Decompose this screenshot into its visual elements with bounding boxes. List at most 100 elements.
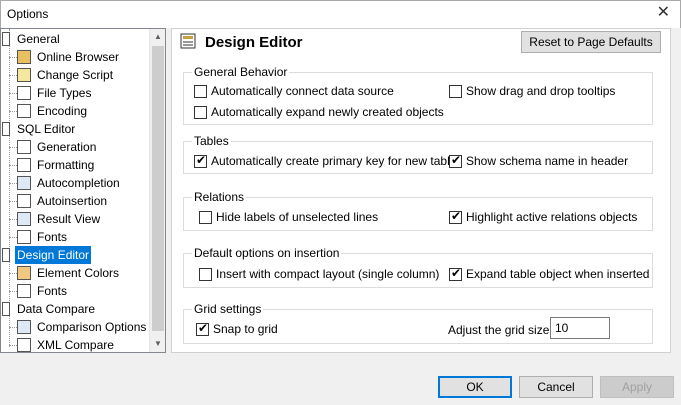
file-icon [17,230,31,244]
tree-item-label: Autoinsertion [37,194,108,208]
checkbox-label: Expand table object when inserted [466,267,650,281]
tree-item-design-editor[interactable]: Design Editor [1,246,151,264]
page-title: Design Editor [205,34,303,51]
check-icon: ✔ [451,209,462,223]
checkbox-label: Highlight active relations objects [466,210,638,224]
tree-item-label: Element Colors [37,266,120,280]
group-label: General Behavior [192,65,290,79]
checkbox-box[interactable] [199,211,212,224]
group-tables: Tables ✔ Automatically create primary ke… [183,134,653,174]
tree-item-label: General [17,32,60,46]
tree-connector [9,201,17,202]
tree-item-change-script[interactable]: Change Script [1,66,151,84]
tree-item-fonts[interactable]: Fonts [1,228,151,246]
tree-item-label: Comparison Options [37,320,147,334]
scroll-down-icon[interactable]: ▼ [150,336,165,352]
tree-item-label: Encoding [37,104,88,118]
checkbox-box[interactable]: ✔ [196,321,209,336]
check-icon: ✔ [451,153,462,167]
tree-item-generation[interactable]: Generation [1,138,151,156]
tree-item-label: Change Script [37,68,114,82]
group-grid-settings: Grid settings ✔ Snap to grid Adjust the … [183,302,653,344]
group-label: Default options on insertion [192,246,342,260]
grid-size-input[interactable]: 10 [550,317,610,339]
checkbox-label: Insert with compact layout (single colum… [216,267,440,281]
tree-item-label: Fonts [37,230,68,244]
checkbox-box[interactable]: ✔ [449,209,462,224]
tree-item-data-compare[interactable]: Data Compare [1,300,151,318]
design-editor-icon [180,33,196,49]
cancel-button[interactable]: Cancel [519,376,593,398]
tree-connector [9,165,17,166]
reset-defaults-button[interactable]: Reset to Page Defaults [521,31,661,53]
group-relations: Relations Hide labels of unselected line… [183,190,653,231]
checkbox-box[interactable]: ✔ [194,153,207,168]
tree-item-label: XML Compare [37,338,114,352]
checkbox-label: Automatically create primary key for new… [211,154,463,168]
tree-item-file-types[interactable]: File Types [1,84,151,102]
tree-item-label: Generation [37,140,97,154]
xml-icon [17,338,31,352]
script-icon [17,68,31,82]
checkbox-box[interactable] [194,106,207,119]
checkbox-label: Hide labels of unselected lines [216,210,379,224]
tree-connector [9,111,17,112]
checkbox-box[interactable] [449,85,462,98]
tree-item-element-colors[interactable]: Element Colors [1,264,151,282]
tree-item-fonts[interactable]: Fonts [1,282,151,300]
tree-item-autocompletion[interactable]: Autocompletion [1,174,151,192]
tree-item-formatting[interactable]: Formatting [1,156,151,174]
scroll-up-icon[interactable]: ▲ [150,29,165,45]
scrollbar-thumb[interactable] [152,46,164,331]
group-label: Relations [192,190,247,204]
tree-item-online-browser[interactable]: Online Browser [1,48,151,66]
tree-item-label: Online Browser [37,50,120,64]
tree-item-autoinsertion[interactable]: Autoinsertion [1,192,151,210]
grid-icon [17,212,31,226]
tree-item-label: File Types [37,86,92,100]
file-icon [17,104,31,118]
tree-item-sql-editor[interactable]: SQL Editor [1,120,151,138]
tree-connector [9,93,17,94]
group-insertion: Default options on insertion Insert with… [183,246,653,288]
tree-item-general[interactable]: General [1,30,151,48]
checkbox-label: Snap to grid [213,322,278,336]
insert-icon [17,194,31,208]
checkbox-label: Show schema name in header [466,154,629,168]
section-icon [2,302,10,316]
options-tree[interactable]: General Online Browser Change Script File T… [0,28,166,353]
tree-item-label: Fonts [37,284,68,298]
checkbox-box[interactable]: ✔ [449,153,462,168]
tree-item-result-view[interactable]: Result View [1,210,151,228]
tree-item-xml-compare[interactable]: XML Compare [1,336,151,352]
window-title: Options [7,7,49,21]
close-icon[interactable]: ✕ [657,5,670,21]
checkbox-box[interactable]: ✔ [449,266,462,281]
settings-panel: Design Editor Reset to Page Defaults Gen… [171,28,671,353]
group-label: Grid settings [192,302,264,316]
format-icon [17,158,31,172]
tree-item-label: Design Editor [15,246,92,264]
tree-connector [9,75,17,76]
tree-connector [9,345,17,346]
tree-connector [9,183,17,184]
checkbox-box[interactable] [194,85,207,98]
compare-icon [17,320,31,334]
window-titlebar: Options ✕ [0,0,681,28]
apply-button[interactable]: Apply [600,376,674,398]
tree-connector [9,219,17,220]
file-icon [17,284,31,298]
tree-item-encoding[interactable]: Encoding [1,102,151,120]
tree-connector [9,291,17,292]
checkbox-label: Automatically expand newly created objec… [211,105,444,119]
tree-item-label: Data Compare [17,302,96,316]
browser-icon [17,50,31,64]
ok-button[interactable]: OK [438,376,512,398]
tree-scrollbar[interactable]: ▲ ▼ [149,29,165,352]
tree-item-comparison-options[interactable]: Comparison Options [1,318,151,336]
checkbox-box[interactable] [199,268,212,281]
section-icon [2,32,10,46]
tree-connector [9,147,17,148]
gear-icon [17,140,31,154]
section-icon [2,248,10,262]
